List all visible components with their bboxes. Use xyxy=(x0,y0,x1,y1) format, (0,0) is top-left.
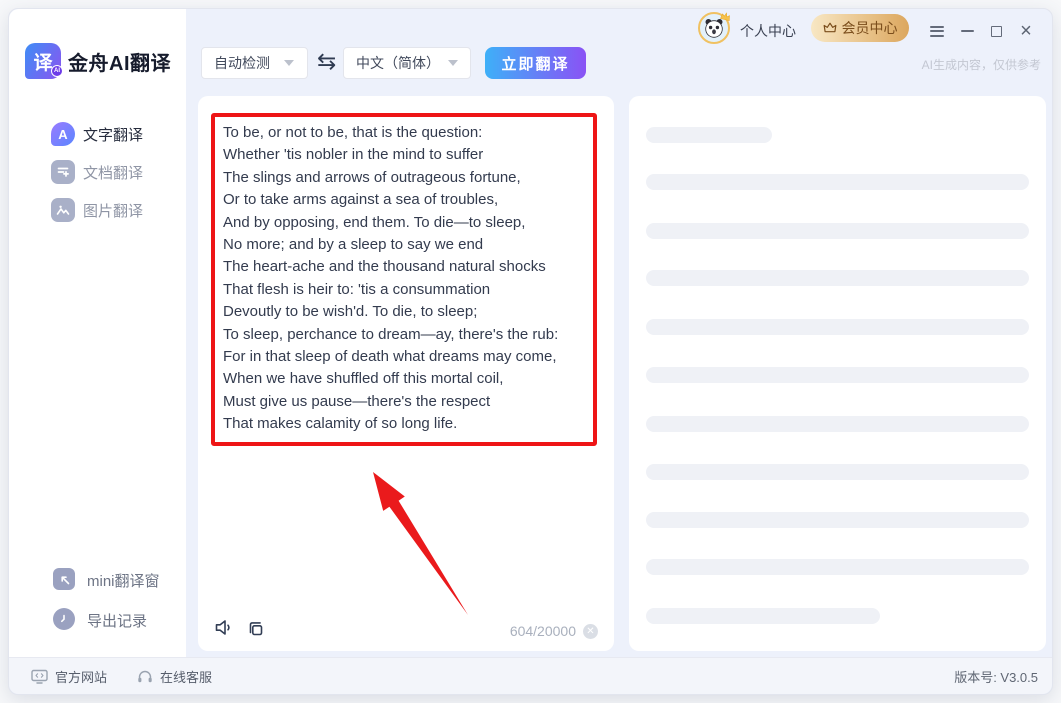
text-translate-icon: A xyxy=(51,122,75,146)
skeleton-bar xyxy=(646,127,772,143)
speaker-icon[interactable] xyxy=(214,618,234,640)
maximize-icon[interactable] xyxy=(985,20,1007,42)
sidebar-item-label: 文档翻译 xyxy=(83,162,143,183)
target-language-select[interactable]: 中文（简体） xyxy=(343,47,471,79)
crown-icon xyxy=(823,22,837,34)
sidebar-item-document-translate[interactable]: 文档翻译 xyxy=(9,157,186,187)
app-window: 译 AI 金舟AI翻译 A 文字翻译 文档翻译 图片翻译 mini翻译窗 xyxy=(8,8,1053,695)
skeleton-bar xyxy=(646,174,1029,190)
skeleton-bar xyxy=(646,270,1029,286)
sidebar-item-export-history[interactable]: 导出记录 xyxy=(9,606,186,632)
skeleton-bar xyxy=(646,464,1029,480)
vip-center-label: 会员中心 xyxy=(842,18,898,38)
menu-icon[interactable] xyxy=(926,20,948,42)
app-logo: 译 AI 金舟AI翻译 xyxy=(25,43,171,79)
clock-icon xyxy=(53,608,75,630)
translation-result-panel xyxy=(629,96,1046,651)
sidebar-item-image-translate[interactable]: 图片翻译 xyxy=(9,195,186,225)
skeleton-bar xyxy=(646,608,880,624)
chevron-down-icon xyxy=(448,60,458,66)
copy-icon[interactable] xyxy=(247,620,265,641)
image-translate-icon xyxy=(51,198,75,222)
crown-icon xyxy=(718,7,733,27)
mini-window-icon xyxy=(53,568,75,590)
logo-glyph: 译 xyxy=(33,48,52,75)
app-title: 金舟AI翻译 xyxy=(68,47,171,76)
sidebar-item-label: 图片翻译 xyxy=(83,200,143,221)
document-translate-icon xyxy=(51,160,75,184)
sidebar-item-text-translate[interactable]: A 文字翻译 xyxy=(9,119,186,149)
minimize-icon[interactable] xyxy=(956,20,978,42)
target-language-value: 中文（简体） xyxy=(356,53,434,73)
char-count: 604/20000 xyxy=(510,623,576,639)
sidebar-item-label: 导出记录 xyxy=(87,610,147,631)
source-text-panel: To be, or not to be, that is the questio… xyxy=(198,96,614,651)
swap-languages-icon[interactable]: ⇆ xyxy=(317,50,336,73)
official-website-link[interactable]: 官方网站 xyxy=(31,667,107,686)
status-bar: 官方网站 在线客服 版本号: V3.0.5 xyxy=(9,657,1052,694)
headset-icon xyxy=(137,669,153,684)
skeleton-bar xyxy=(646,559,1029,575)
source-text-input[interactable]: To be, or not to be, that is the questio… xyxy=(211,113,597,446)
translate-now-button[interactable]: 立即翻译 xyxy=(485,47,586,79)
close-icon[interactable]: × xyxy=(1015,20,1037,42)
online-support-label: 在线客服 xyxy=(160,667,212,686)
logo-ai-badge: AI xyxy=(51,65,63,77)
skeleton-bar xyxy=(646,367,1029,383)
clear-input-icon[interactable]: ✕ xyxy=(583,624,598,639)
avatar[interactable] xyxy=(698,12,730,44)
result-skeleton xyxy=(629,96,1046,651)
skeleton-bar xyxy=(646,319,1029,335)
app-logo-icon: 译 AI xyxy=(25,43,61,79)
source-language-value: 自动检测 xyxy=(214,53,270,73)
vip-center-button[interactable]: 会员中心 xyxy=(811,14,909,42)
sidebar-item-label: 文字翻译 xyxy=(83,124,143,145)
chevron-down-icon xyxy=(284,60,294,66)
version-text: 版本号: V3.0.5 xyxy=(954,667,1038,686)
skeleton-bar xyxy=(646,223,1029,239)
sidebar-item-label: mini翻译窗 xyxy=(87,570,160,591)
source-language-select[interactable]: 自动检测 xyxy=(201,47,308,79)
online-support-link[interactable]: 在线客服 xyxy=(137,667,212,686)
skeleton-bar xyxy=(646,512,1029,528)
profile-center-link[interactable]: 个人中心 xyxy=(740,21,796,41)
sidebar-item-mini-window[interactable]: mini翻译窗 xyxy=(9,566,186,592)
monitor-icon xyxy=(31,669,48,684)
ai-disclaimer-text: AI生成内容，仅供参考 xyxy=(922,56,1041,73)
skeleton-bar xyxy=(646,416,1029,432)
official-website-label: 官方网站 xyxy=(55,667,107,686)
sidebar: 译 AI 金舟AI翻译 A 文字翻译 文档翻译 图片翻译 mini翻译窗 xyxy=(9,9,186,659)
